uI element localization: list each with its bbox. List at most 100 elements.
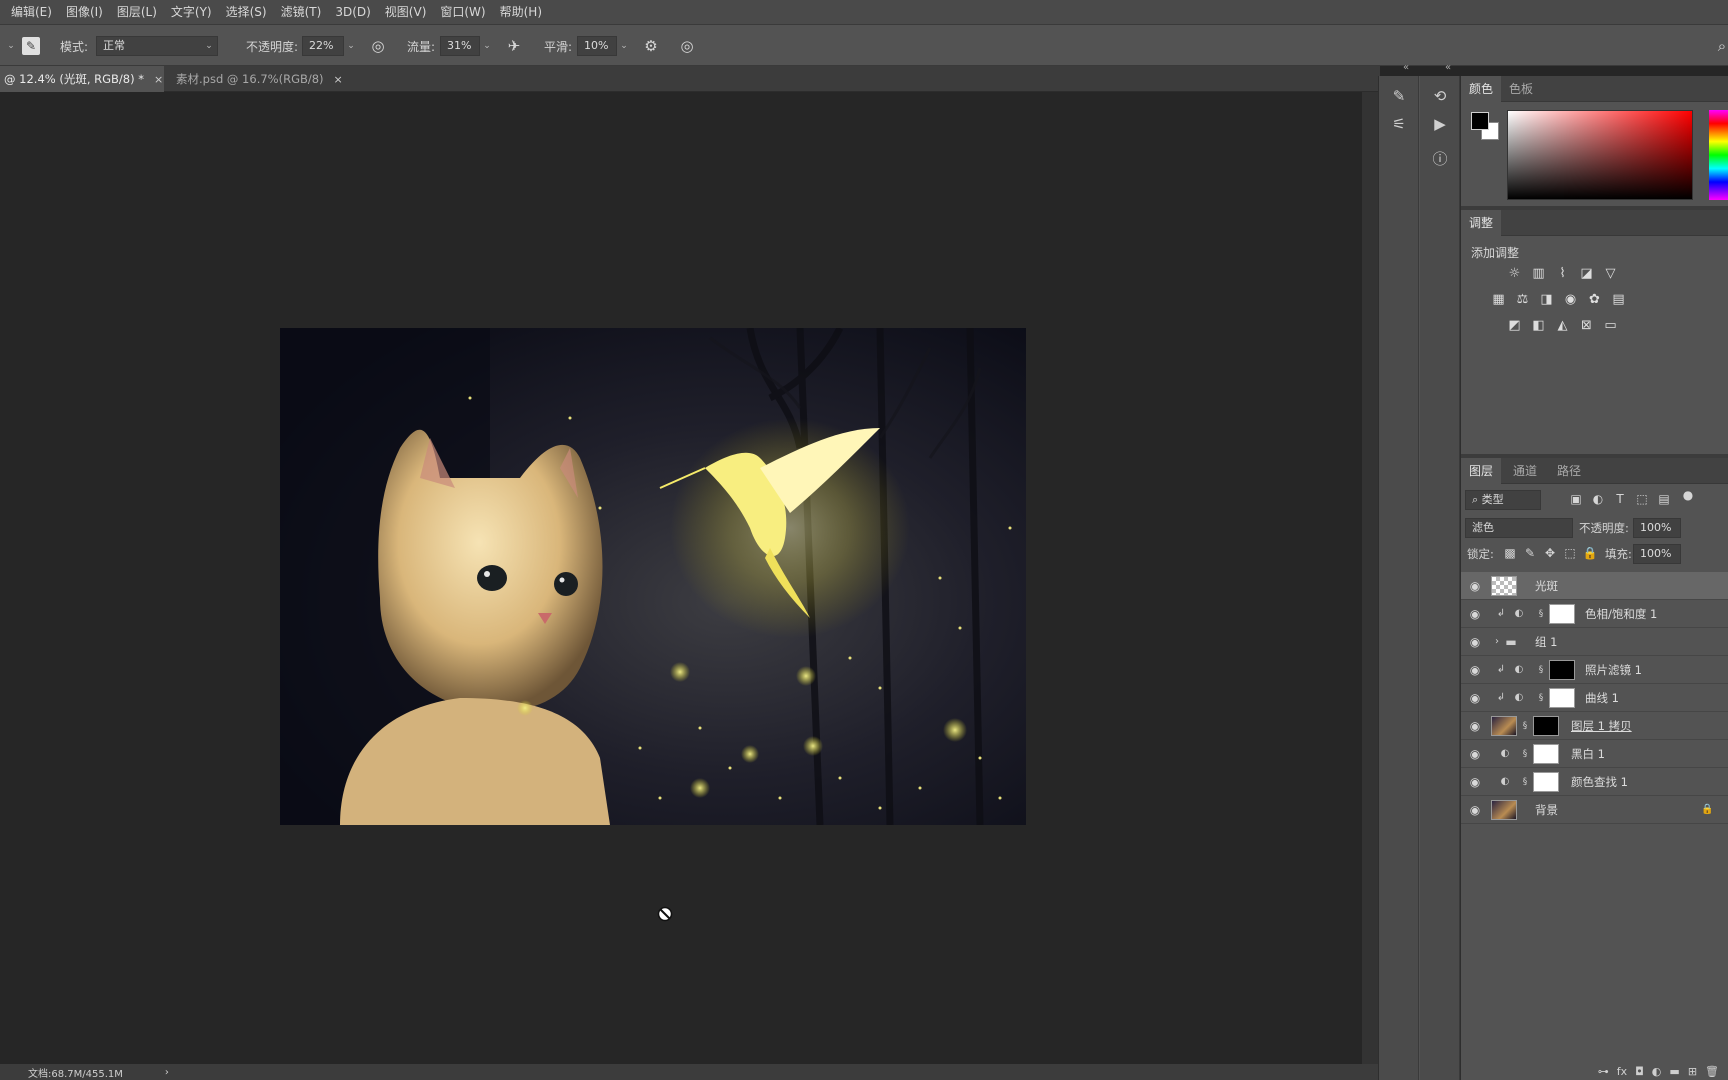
tab-document-active[interactable]: @ 12.4% (光斑, RGB/8) * × <box>0 66 164 92</box>
invert-icon[interactable]: ◩ <box>1505 316 1524 335</box>
layer-row-background[interactable]: ◉ 背景 🔒 <box>1461 796 1728 824</box>
collapse-right-icon[interactable]: « <box>1445 62 1451 73</box>
eye-icon[interactable]: ◉ <box>1467 690 1483 706</box>
color-lookup-icon[interactable]: ▤ <box>1609 290 1628 309</box>
posterize-icon[interactable]: ◧ <box>1529 316 1548 335</box>
selective-color-icon[interactable]: ⊠ <box>1577 316 1596 335</box>
new-adjustment-icon[interactable]: ◐ <box>1652 1065 1662 1078</box>
color-balance-icon[interactable]: ⚖ <box>1513 290 1532 309</box>
filter-toggle-icon[interactable]: ● <box>1679 486 1697 504</box>
color-field[interactable] <box>1507 110 1693 200</box>
threshold-icon[interactable]: ◭ <box>1553 316 1572 335</box>
filter-smart-object-icon[interactable]: ▤ <box>1655 490 1673 508</box>
chain-link-icon[interactable]: § <box>1537 608 1545 620</box>
chain-link-icon[interactable]: § <box>1537 664 1545 676</box>
tab-swatches[interactable]: 色板 <box>1501 76 1541 102</box>
lock-image-icon[interactable]: ✎ <box>1521 544 1539 562</box>
brush-settings-icon[interactable]: ✎ <box>1387 84 1411 108</box>
layer-filter-select[interactable]: ⌕ 类型 <box>1465 490 1541 510</box>
fill-input[interactable]: 100% <box>1633 544 1681 564</box>
tab-paths[interactable]: 路径 <box>1549 458 1589 484</box>
pressure-size-icon[interactable]: ◎ <box>676 35 698 57</box>
layer-opacity-input[interactable]: 100% <box>1633 518 1681 538</box>
layer-row-curves[interactable]: ◉ ↲ ◐ § 曲线 1 <box>1461 684 1728 712</box>
layer-row-group-1[interactable]: ◉ › ▬ 组 1 <box>1461 628 1728 656</box>
lock-transparent-icon[interactable]: ▩ <box>1501 544 1519 562</box>
pressure-opacity-icon[interactable]: ◎ <box>367 35 389 57</box>
properties-sliders-icon[interactable]: ⚟ <box>1387 112 1411 136</box>
tab-color[interactable]: 颜色 <box>1461 76 1502 102</box>
smoothing-input[interactable]: 10% <box>577 36 617 56</box>
layer-row-guangban[interactable]: ◉ 光斑 <box>1461 572 1728 600</box>
smoothing-dropdown[interactable]: ⌄ <box>617 36 631 56</box>
layer-row-hue-saturation[interactable]: ◉ ↲ ◐ § 色相/饱和度 1 <box>1461 600 1728 628</box>
new-group-icon[interactable]: ▬ <box>1669 1065 1679 1078</box>
opacity-input[interactable]: 22% <box>302 36 344 56</box>
eye-icon[interactable]: ◉ <box>1467 662 1483 678</box>
new-layer-icon[interactable]: ⊞ <box>1688 1065 1697 1078</box>
flow-dropdown[interactable]: ⌄ <box>480 36 494 56</box>
eye-icon[interactable]: ◉ <box>1467 718 1483 734</box>
chevron-right-icon[interactable]: › <box>1491 636 1503 648</box>
eye-icon[interactable]: ◉ <box>1467 606 1483 622</box>
hue-saturation-icon[interactable]: ▦ <box>1489 290 1508 309</box>
opacity-dropdown[interactable]: ⌄ <box>344 36 358 56</box>
brush-panel-icon[interactable]: ✎ <box>22 37 40 55</box>
curves-icon[interactable]: ⌇ <box>1553 264 1572 283</box>
eye-icon[interactable]: ◉ <box>1467 802 1483 818</box>
lock-artboard-icon[interactable]: ⬚ <box>1561 544 1579 562</box>
gear-icon[interactable]: ⚙ <box>640 35 662 57</box>
eye-icon[interactable]: ◉ <box>1467 746 1483 762</box>
menu-filter[interactable]: 滤镜(T) <box>274 0 329 24</box>
chain-link-icon[interactable]: § <box>1537 692 1545 704</box>
airbrush-icon[interactable]: ✈ <box>503 35 525 57</box>
filter-shape-icon[interactable]: ⬚ <box>1633 490 1651 508</box>
menu-image[interactable]: 图像(I) <box>59 0 110 24</box>
layer-row-color-lookup[interactable]: ◉ ◐ § 颜色查找 1 <box>1461 768 1728 796</box>
status-menu-arrow[interactable]: › <box>165 1067 169 1078</box>
fx-icon[interactable]: fx <box>1617 1065 1627 1078</box>
black-white-icon[interactable]: ◨ <box>1537 290 1556 309</box>
eye-icon[interactable]: ◉ <box>1467 634 1483 650</box>
tool-preset-caret[interactable]: ⌄ <box>4 36 18 56</box>
menu-view[interactable]: 视图(V) <box>378 0 434 24</box>
history-icon[interactable]: ⟲ <box>1428 84 1452 108</box>
photo-filter-icon[interactable]: ◉ <box>1561 290 1580 309</box>
eye-icon[interactable]: ◉ <box>1467 774 1483 790</box>
levels-icon[interactable]: ▥ <box>1529 264 1548 283</box>
chain-link-icon[interactable]: § <box>1521 748 1529 760</box>
hue-slider[interactable] <box>1709 110 1728 200</box>
chain-link-icon[interactable]: § <box>1521 776 1529 788</box>
collapse-left-icon[interactable]: « <box>1403 62 1409 73</box>
menu-select[interactable]: 选择(S) <box>219 0 274 24</box>
menu-help[interactable]: 帮助(H) <box>493 0 549 24</box>
tab-layers[interactable]: 图层 <box>1461 458 1502 484</box>
document-canvas-image[interactable] <box>280 328 1026 825</box>
flow-input[interactable]: 31% <box>440 36 480 56</box>
channel-mixer-icon[interactable]: ✿ <box>1585 290 1604 309</box>
lock-position-icon[interactable]: ✥ <box>1541 544 1559 562</box>
blend-mode-select[interactable]: 滤色 <box>1465 518 1573 538</box>
exposure-icon[interactable]: ◪ <box>1577 264 1596 283</box>
tab-adjustments[interactable]: 调整 <box>1461 210 1502 236</box>
chain-link-icon[interactable]: § <box>1521 720 1529 732</box>
foreground-color-swatch[interactable] <box>1471 112 1489 130</box>
filter-adjustment-icon[interactable]: ◐ <box>1589 490 1607 508</box>
menu-edit[interactable]: 编辑(E) <box>4 0 59 24</box>
layer-row-layer-1-copy[interactable]: ◉ § 图层 1 拷贝 <box>1461 712 1728 740</box>
gradient-map-icon[interactable]: ▭ <box>1601 316 1620 335</box>
mode-select[interactable]: 正常 <box>96 36 218 56</box>
lock-all-icon[interactable]: 🔒 <box>1581 544 1599 562</box>
filter-type-icon[interactable]: T <box>1611 490 1629 508</box>
info-icon[interactable]: ⓘ <box>1428 146 1452 170</box>
vibrance-icon[interactable]: ▽ <box>1601 264 1620 283</box>
link-layers-icon[interactable]: ⊶ <box>1598 1065 1609 1078</box>
close-icon[interactable]: × <box>154 73 163 86</box>
add-mask-icon[interactable]: ◘ <box>1635 1065 1644 1078</box>
menu-window[interactable]: 窗口(W) <box>433 0 492 24</box>
close-icon[interactable]: × <box>334 73 343 86</box>
brightness-contrast-icon[interactable]: ☼ <box>1505 264 1524 283</box>
vertical-scrollbar[interactable] <box>1362 92 1378 1064</box>
layer-row-black-white[interactable]: ◉ ◐ § 黑白 1 <box>1461 740 1728 768</box>
layer-row-photo-filter[interactable]: ◉ ↲ ◐ § 照片滤镜 1 <box>1461 656 1728 684</box>
